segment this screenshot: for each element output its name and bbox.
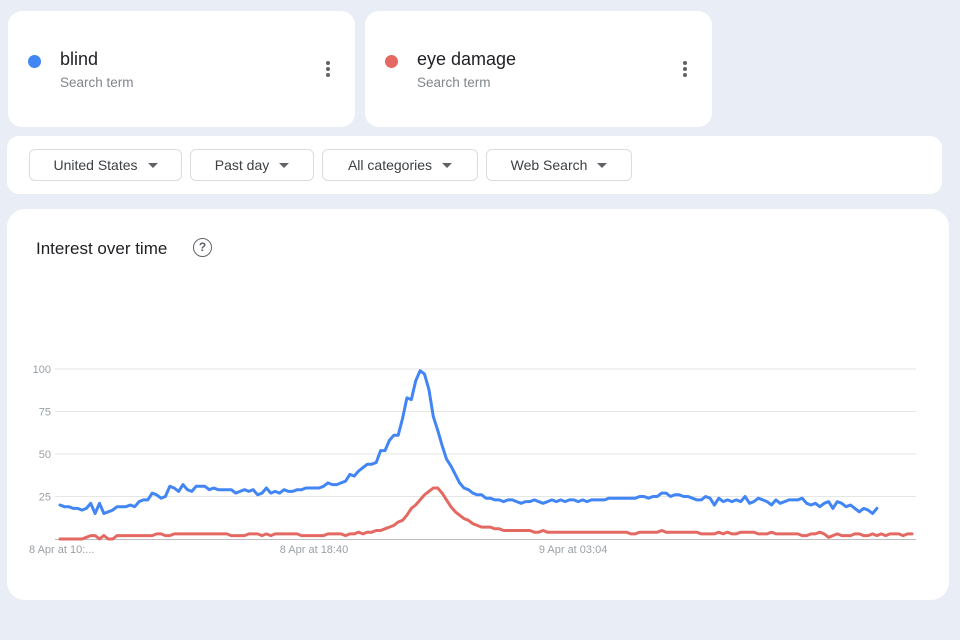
- y-tick-label-100: 100: [33, 364, 51, 376]
- x-tick-label: 9 Apr at 03:04: [539, 544, 608, 556]
- x-tick-label: 8 Apr at 18:40: [280, 544, 349, 556]
- interest-line-chart[interactable]: 25 50 75 100 8 Apr at 10:... 8 Apr at 18:40 9 …: [0, 0, 960, 640]
- y-tick-label-75: 75: [39, 407, 51, 419]
- y-tick-label-25: 25: [39, 492, 51, 504]
- x-tick-label: 8 Apr at 10:...: [29, 544, 94, 556]
- y-tick-label-50: 50: [39, 449, 51, 461]
- series-line-blind: [58, 369, 879, 515]
- series-line-eye-damage: [58, 486, 914, 541]
